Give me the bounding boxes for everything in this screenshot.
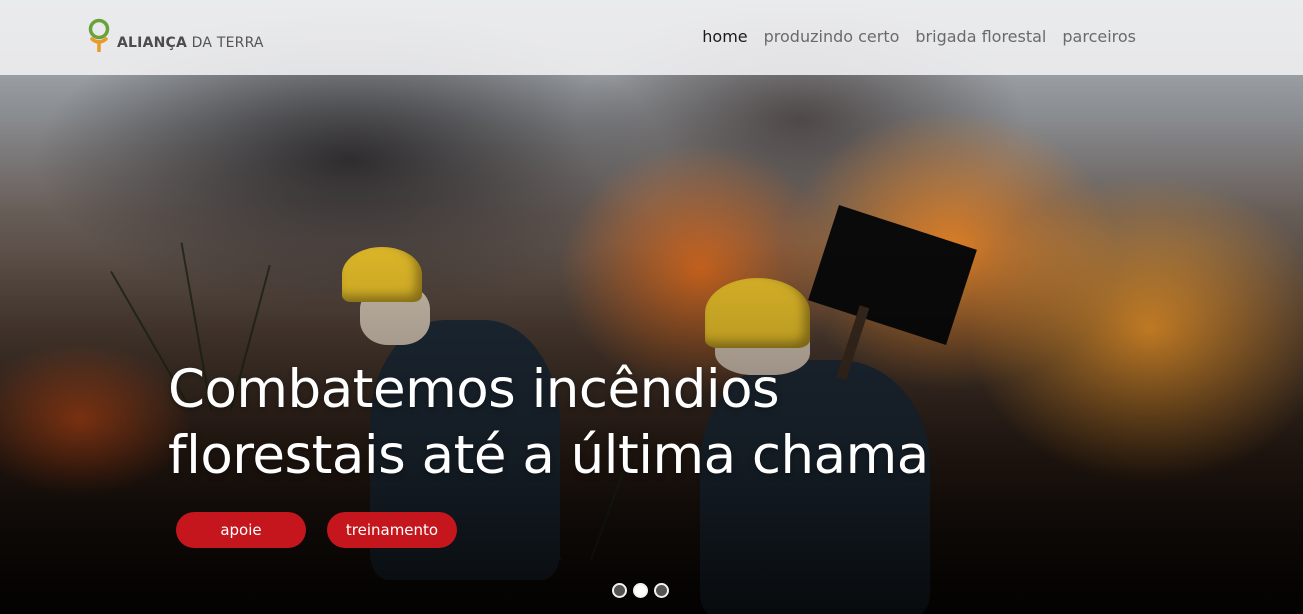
site-logo[interactable]: ALIANÇA DA TERRA [86, 18, 264, 53]
main-nav: home produzindo certo brigada florestal … [702, 27, 1136, 46]
hero-headline-line-2: florestais até a última chama [168, 425, 929, 486]
nav-item-produzindo-certo[interactable]: produzindo certo [764, 27, 900, 46]
carousel-indicators [612, 583, 669, 598]
carousel-dot-3[interactable] [654, 583, 669, 598]
apoie-button[interactable]: apoie [176, 512, 306, 548]
hero-headline: Combatemos incêndios florestais até a úl… [168, 357, 929, 489]
nav-item-home[interactable]: home [702, 27, 747, 46]
logo-wordmark-strong: ALIANÇA [117, 35, 188, 51]
logo-wordmark-light: DA TERRA [187, 35, 264, 51]
treinamento-button[interactable]: treinamento [327, 512, 457, 548]
nav-item-parceiros[interactable]: parceiros [1062, 27, 1136, 46]
hero-slide: Combatemos incêndios florestais até a úl… [0, 0, 1303, 614]
tree-leaf-logo-icon [86, 18, 112, 53]
carousel-dot-1[interactable] [612, 583, 627, 598]
carousel-dot-2[interactable] [633, 583, 648, 598]
top-navbar: ALIANÇA DA TERRA home produzindo certo b… [0, 0, 1303, 75]
nav-item-brigada-florestal[interactable]: brigada florestal [915, 27, 1046, 46]
logo-wordmark: ALIANÇA DA TERRA [117, 35, 264, 51]
hero-headline-line-1: Combatemos incêndios [168, 359, 780, 420]
